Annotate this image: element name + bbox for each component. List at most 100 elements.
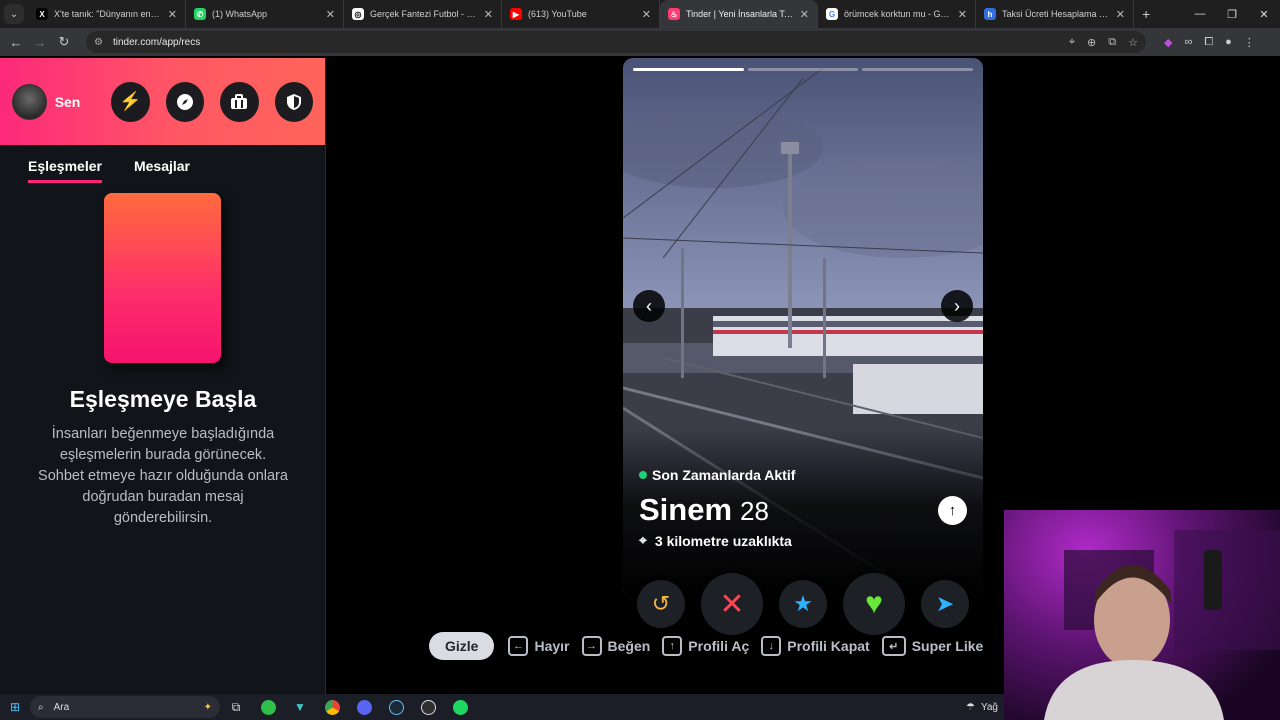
browser-tab-active[interactable]: ♨ Tinder | Yeni İnsanlarla Tanış, B ✕ (660, 0, 818, 28)
chrome-icon[interactable] (319, 694, 345, 720)
restore-icon[interactable]: ❐ (1216, 0, 1248, 28)
safety-shield-icon[interactable] (274, 81, 314, 122)
boost-lightning-icon[interactable]: ⚡ (111, 81, 150, 122)
location-icon[interactable]: ⌖ (1069, 36, 1075, 49)
open-profile-up-arrow-icon[interactable]: ↑ (938, 496, 967, 525)
whatsapp-icon: ✆ (194, 8, 206, 20)
next-photo-arrow-icon[interactable]: › (941, 290, 973, 322)
photo-progress (633, 68, 974, 71)
profile-label[interactable]: Sen (55, 94, 93, 110)
briefcase-svg (231, 93, 248, 109)
install-app-icon[interactable]: ⧉ (1108, 36, 1116, 49)
photo-indicator[interactable] (747, 68, 859, 71)
close-tab-icon[interactable]: ✕ (800, 8, 809, 21)
close-tab-icon[interactable]: ✕ (168, 8, 177, 21)
browser-toolbar: ← → ↻ ⚙ tinder.com/app/recs ⌖ ⊕ ⧉ ☆ ◆ ∞ … (0, 28, 1280, 56)
browser-tab[interactable]: ✆ (1) WhatsApp ✕ (186, 0, 344, 28)
close-tab-icon[interactable]: ✕ (958, 8, 967, 21)
tab-title: (1) WhatsApp (212, 9, 268, 19)
photo-indicator[interactable] (862, 68, 974, 71)
taskbar-app-green-icon[interactable] (255, 694, 281, 720)
x-logo-icon: X (36, 8, 48, 20)
tab-messages[interactable]: Mesajlar (134, 158, 190, 183)
photo-indicator-active[interactable] (633, 68, 744, 71)
incognito-glasses-icon[interactable]: ∞ (1184, 36, 1192, 48)
tab-matches[interactable]: Eşleşmeler (28, 158, 102, 183)
copilot-sparkle-icon: ✦ (203, 701, 212, 713)
empty-match-card (104, 193, 221, 363)
star-icon: ★ (793, 591, 813, 616)
profile-avatar-icon[interactable]: ● (1225, 36, 1232, 48)
keyboard-shortcuts-bar: Gizle ← Hayır → Beğen ↑ Profili Aç ↓ Pro… (429, 632, 995, 660)
like-button[interactable]: ♥ (843, 573, 905, 635)
obs-icon[interactable] (415, 694, 441, 720)
explore-compass-icon[interactable] (165, 81, 205, 122)
shortcut-label: Profili Kapat (787, 638, 870, 654)
hide-shortcuts-button[interactable]: Gizle (429, 632, 495, 660)
sorare-icon: ◎ (352, 8, 364, 20)
tab-title: (613) YouTube (528, 9, 587, 19)
zoom-icon[interactable]: ⊕ (1087, 36, 1096, 49)
reload-icon[interactable]: ↻ (54, 32, 74, 52)
taskbar-app-wings-icon[interactable]: ▼ (287, 694, 313, 720)
paper-plane-icon: ➤ (935, 591, 955, 616)
shortcut-nope: ← Hayır (508, 636, 570, 656)
active-status: Son Zamanlarda Aktif (639, 467, 795, 483)
boost-send-button[interactable]: ➤ (921, 580, 969, 628)
briefcase-icon[interactable] (220, 81, 259, 122)
close-window-icon[interactable]: ✕ (1248, 0, 1280, 28)
google-icon: G (826, 8, 838, 20)
weather-widget[interactable]: ☂ Yağ (966, 694, 1004, 720)
search-icon: ⌕ (38, 701, 44, 713)
address-bar[interactable]: ⚙ tinder.com/app/recs ⌖ ⊕ ⧉ ☆ (86, 31, 1146, 53)
steam-icon[interactable] (383, 694, 409, 720)
avatar[interactable] (12, 83, 47, 120)
browser-tab[interactable]: X X'te tanık: "Dünyanın en kalın s ✕ (28, 0, 186, 28)
profile-card[interactable]: ‹ › Son Zamanlarda Aktif Sinem 28 ⌖ 3 ki… (623, 58, 983, 598)
bookmark-star-icon[interactable]: ☆ (1128, 36, 1138, 49)
close-tab-icon[interactable]: ✕ (326, 8, 335, 21)
toolbar-extensions: ◆ ∞ ⧠ ● ⋮ (1158, 36, 1261, 49)
shield-svg (286, 93, 301, 110)
rewind-button[interactable]: ↺ (637, 580, 685, 628)
windows-start-icon[interactable]: ⊞ (0, 694, 30, 720)
heart-icon: ♥ (865, 587, 883, 620)
app-dot (388, 699, 404, 715)
screen: ⌄ X X'te tanık: "Dünyanın en kalın s ✕ ✆… (0, 0, 1280, 720)
super-like-button[interactable]: ★ (779, 580, 827, 628)
previous-photo-arrow-icon[interactable]: ‹ (633, 290, 665, 322)
shortcut-like: → Beğen (581, 636, 650, 656)
spotify-icon[interactable] (447, 694, 473, 720)
search-placeholder: Ara (53, 701, 70, 713)
close-tab-icon[interactable]: ✕ (484, 8, 493, 21)
menu-dots-icon[interactable]: ⋮ (1244, 36, 1255, 49)
weather-label: Yağ (980, 701, 998, 713)
rewind-icon: ↺ (651, 591, 671, 616)
close-tab-icon[interactable]: ✕ (1116, 8, 1125, 21)
enter-key-icon: ↵ (881, 636, 906, 656)
close-tab-icon[interactable]: ✕ (642, 8, 651, 21)
new-tab-icon[interactable]: + (1142, 6, 1150, 22)
shortcut-label: Profili Aç (688, 638, 750, 654)
back-icon[interactable]: ← (6, 32, 26, 52)
app-dot (420, 699, 436, 715)
browser-tab[interactable]: h Taksi Ücreti Hesaplama 2026 - ✕ (976, 0, 1134, 28)
browser-tab[interactable]: ▶ (613) YouTube ✕ (502, 0, 660, 28)
up-arrow-key-icon: ↑ (662, 636, 683, 656)
taskbar-search[interactable]: ⌕ Ara ✦ (30, 696, 220, 718)
tab-search-icon[interactable]: ⌄ (4, 4, 24, 24)
forward-icon[interactable]: → (30, 32, 50, 52)
minimize-icon[interactable]: — (1184, 0, 1216, 28)
task-view-icon[interactable]: ⧉ (223, 694, 249, 720)
tinder-icon: ♨ (668, 8, 680, 20)
tab-title: Gerçek Fantezi Futbol - Sorare (370, 9, 478, 19)
browser-tab[interactable]: ◎ Gerçek Fantezi Futbol - Sorare ✕ (344, 0, 502, 28)
tab-title: örümcek korktun mu - Google' (844, 9, 952, 19)
nope-button[interactable]: ✕ (701, 573, 763, 635)
site-info-icon[interactable]: ⚙ (94, 37, 103, 48)
url-text: tinder.com/app/recs (112, 36, 201, 48)
extensions-puzzle-icon[interactable]: ⧠ (1204, 36, 1213, 49)
extension-icon[interactable]: ◆ (1164, 36, 1172, 49)
discord-icon[interactable] (351, 694, 377, 720)
browser-tab[interactable]: G örümcek korktun mu - Google' ✕ (818, 0, 976, 28)
